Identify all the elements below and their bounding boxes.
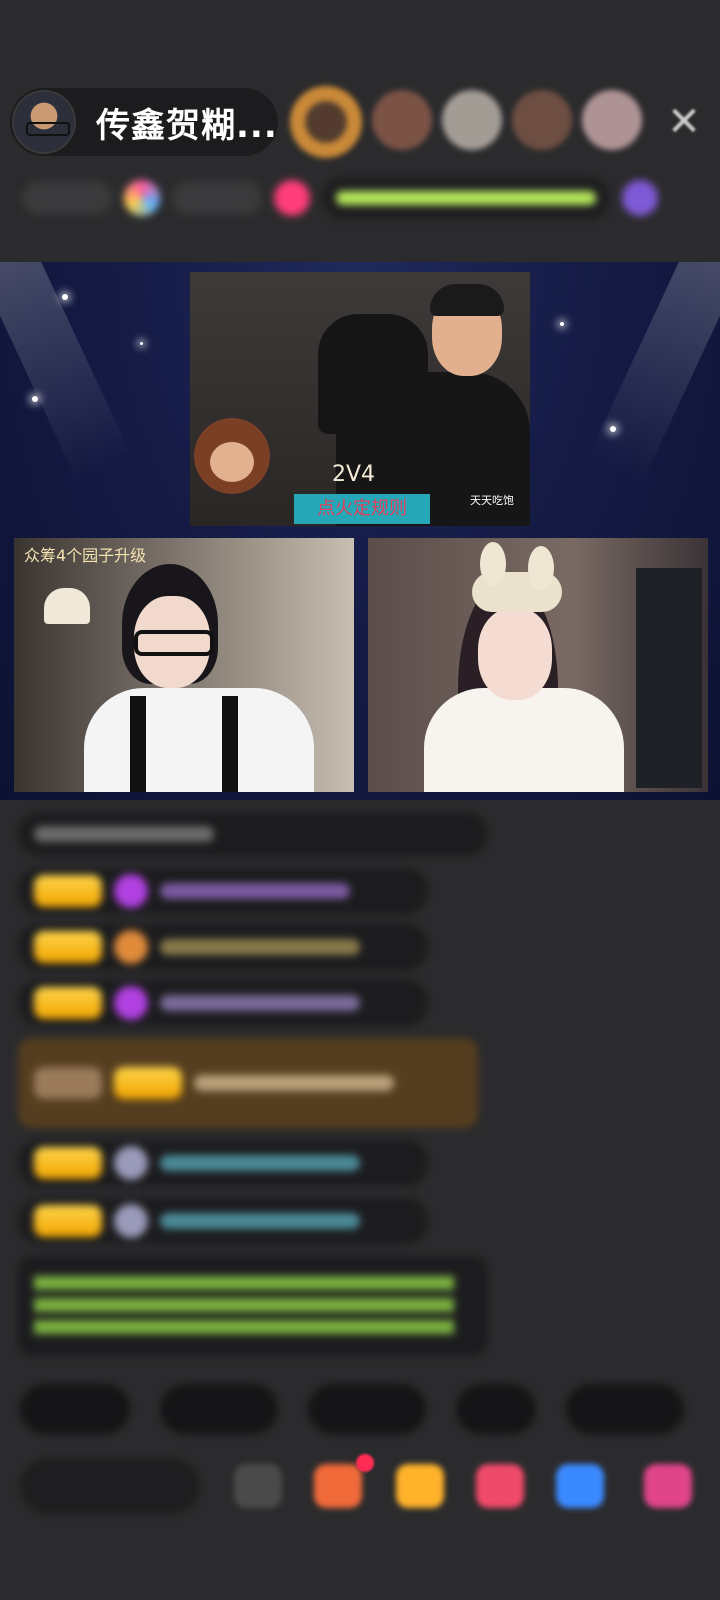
viewer-avatar[interactable] xyxy=(582,90,642,150)
strap xyxy=(130,696,146,792)
level-badge xyxy=(34,875,102,907)
level-badge xyxy=(114,1067,182,1099)
star xyxy=(610,426,616,432)
game-icon[interactable] xyxy=(622,180,658,216)
chat-message xyxy=(18,812,488,856)
gift-icon[interactable] xyxy=(274,180,310,216)
quick-reply-row xyxy=(20,1384,684,1434)
live-stage: 2V4 点火定规则 天天吃饱 众筹4个园子升级 xyxy=(0,262,720,800)
lamp xyxy=(44,588,90,624)
host-name: 传鑫贺糊... xyxy=(96,105,278,146)
gem-icon xyxy=(114,930,148,964)
video-tag: 天天吃饱 xyxy=(470,494,514,507)
glasses xyxy=(134,630,214,656)
monkey-plush-face xyxy=(210,442,254,482)
viewer-avatar[interactable] xyxy=(512,90,572,150)
gift-icon[interactable] xyxy=(314,1464,362,1508)
bunny-headband xyxy=(472,542,562,612)
emoji-icon[interactable] xyxy=(234,1464,282,1508)
level-badge xyxy=(34,987,102,1019)
quick-reply-button[interactable] xyxy=(160,1384,278,1434)
viewer-avatar[interactable] xyxy=(290,86,362,158)
system-notice xyxy=(18,1256,488,1356)
more-icon[interactable] xyxy=(644,1464,692,1508)
chat-message xyxy=(18,1198,428,1244)
gem-icon xyxy=(114,986,148,1020)
host-figure-hair xyxy=(430,284,504,316)
chat-message xyxy=(18,1038,478,1128)
bunny-ear xyxy=(480,542,506,586)
close-icon[interactable]: ✕ xyxy=(666,102,702,142)
quick-reply-button[interactable] xyxy=(308,1384,426,1434)
top-viewer-list xyxy=(290,86,642,158)
heart-gift-icon[interactable] xyxy=(476,1464,524,1508)
gem-icon xyxy=(114,874,148,908)
cohost-face xyxy=(478,608,552,700)
cohost-figure xyxy=(424,688,624,792)
viewer-avatar[interactable] xyxy=(442,90,502,150)
room-badge[interactable] xyxy=(22,181,112,215)
light-beam xyxy=(587,262,720,483)
strap xyxy=(222,696,238,792)
level-badge xyxy=(34,931,102,963)
chat-message xyxy=(18,868,428,914)
chat-message xyxy=(18,980,428,1026)
main-host-video[interactable]: 2V4 点火定规则 天天吃饱 xyxy=(190,272,530,526)
gem-icon xyxy=(114,1204,148,1238)
star xyxy=(32,396,38,402)
level-badge xyxy=(34,1067,102,1099)
quick-reply-button[interactable] xyxy=(20,1384,130,1434)
activity-icon[interactable] xyxy=(124,180,160,216)
quick-reply-button[interactable] xyxy=(566,1384,684,1434)
quick-reply-button[interactable] xyxy=(456,1384,536,1434)
bunny-ear xyxy=(528,546,554,590)
level-badge xyxy=(34,1147,102,1179)
chat-message xyxy=(18,1140,428,1186)
star xyxy=(140,342,143,345)
pk-score: 2V4 xyxy=(332,462,376,487)
shelf xyxy=(636,568,702,788)
chat-message xyxy=(18,924,428,970)
cohost-video-right[interactable] xyxy=(368,538,708,792)
cohost-title: 众筹4个园子升级 xyxy=(24,546,147,565)
level-badge xyxy=(34,1205,102,1237)
cohost-video-left[interactable]: 众筹4个园子升级 xyxy=(14,538,354,792)
room-notice-chip[interactable] xyxy=(322,177,610,219)
notification-dot xyxy=(356,1454,374,1472)
host-info-pill[interactable]: 传鑫贺糊... xyxy=(10,88,278,156)
host-avatar[interactable] xyxy=(12,90,76,154)
gem-icon xyxy=(114,1146,148,1180)
cohost-figure xyxy=(84,688,314,792)
viewer-avatar[interactable] xyxy=(372,90,432,150)
bottom-toolbar xyxy=(20,1454,720,1514)
room-info-row xyxy=(22,176,702,220)
chat-input[interactable] xyxy=(20,1458,200,1514)
room-chip[interactable] xyxy=(172,181,262,215)
star xyxy=(560,322,564,326)
bag-icon[interactable] xyxy=(396,1464,444,1508)
rule-banner: 点火定规则 xyxy=(294,494,430,524)
star xyxy=(62,294,68,300)
game-icon[interactable] xyxy=(556,1464,604,1508)
